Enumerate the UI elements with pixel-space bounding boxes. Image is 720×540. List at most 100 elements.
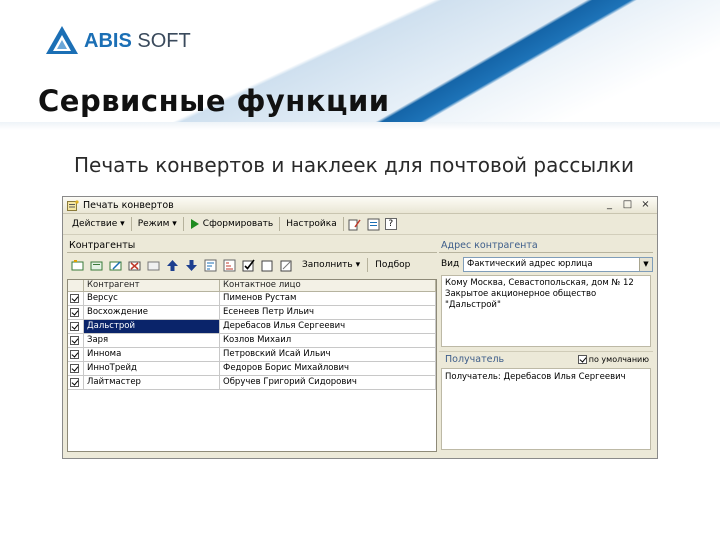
toolbar-separator — [342, 217, 344, 231]
address-kind-select[interactable]: Фактический адрес юрлица ▼ — [463, 256, 653, 272]
sort-descending-icon[interactable] — [223, 259, 236, 272]
checkbox-checked-icon[interactable] — [577, 355, 587, 364]
dropdown-arrow-icon[interactable]: ▼ — [639, 257, 652, 271]
checkbox-checked-icon[interactable] — [70, 336, 79, 345]
header-divider — [0, 122, 720, 130]
contact-cell[interactable]: Пименов Рустам — [220, 292, 436, 305]
check-all-icon[interactable] — [242, 259, 255, 272]
contractor-cell[interactable]: Иннома — [84, 348, 220, 361]
checkbox-checked-icon[interactable] — [70, 294, 79, 303]
generate-button-label: Сформировать — [202, 219, 274, 229]
contact-cell[interactable]: Деребасов Илья Сергеевич — [220, 320, 436, 333]
logo-text: ABIS SOFT — [84, 29, 191, 52]
table-header: Контрагент Контактное лицо — [68, 280, 436, 292]
maximize-button[interactable]: □ — [622, 199, 633, 211]
minimize-button[interactable]: _ — [604, 199, 615, 211]
page-subtitle: Печать конвертов и наклеек для почтовой … — [74, 153, 635, 177]
edit-form-icon[interactable] — [348, 218, 361, 231]
window-title: Печать конвертов — [83, 199, 174, 211]
generate-button[interactable]: Сформировать — [185, 216, 278, 233]
contractor-cell[interactable]: Дальстрой — [84, 320, 220, 333]
recipient-text[interactable]: Получатель: Деребасов Илья Сергеевич — [441, 368, 651, 450]
recipient-section-title: Получатель — [445, 354, 505, 365]
contractors-section-title: Контрагенты — [67, 239, 437, 253]
table-row[interactable]: Версус Пименов Рустам — [68, 292, 436, 306]
contact-cell[interactable]: Петровский Исай Ильич — [220, 348, 436, 361]
close-button[interactable]: × — [640, 199, 651, 211]
contractors-panel: Контрагенты Заполнить ▾ Подбор Контраген… — [67, 239, 437, 455]
form-icon — [67, 199, 79, 211]
contractors-table[interactable]: Контрагент Контактное лицо Версус Пименов… — [67, 279, 437, 452]
select-button[interactable]: Подбор — [372, 260, 413, 270]
checkbox-checked-icon[interactable] — [70, 350, 79, 359]
recipient-header: Получатель по умолчанию — [439, 351, 653, 367]
contractor-cell[interactable]: ИнноТрейд — [84, 362, 220, 375]
address-kind-value: Фактический адрес юрлица — [467, 259, 593, 269]
row-check-cell[interactable] — [68, 348, 84, 361]
column-header-contractor[interactable]: Контрагент — [84, 280, 220, 291]
toolbar-separator — [130, 217, 132, 231]
address-line: Кому Москва, Севастопольская, дом № 12 — [445, 278, 634, 288]
logo-triangle-icon — [46, 26, 78, 54]
contact-cell[interactable]: Есенеев Петр Ильич — [220, 306, 436, 319]
row-check-cell[interactable] — [68, 376, 84, 389]
table-row[interactable]: Иннома Петровский Исай Ильич — [68, 348, 436, 362]
main-toolbar: Действие ▾ Режим ▾ Сформировать Настройк… — [63, 214, 657, 235]
uncheck-all-icon[interactable] — [261, 259, 274, 272]
checkbox-checked-icon[interactable] — [70, 308, 79, 317]
help-button[interactable]: ? — [383, 216, 399, 233]
address-line: Закрытое акционерное общество "Дальстрой… — [445, 289, 597, 310]
address-kind-label: Вид — [441, 259, 460, 269]
column-header-contact[interactable]: Контактное лицо — [220, 280, 436, 291]
move-down-icon[interactable] — [185, 259, 198, 272]
table-row[interactable]: ИнноТрейд Федоров Борис Михайлович — [68, 362, 436, 376]
company-logo: ABIS SOFT — [44, 24, 191, 58]
envelope-print-window: Печать конвертов _ □ × Действие ▾ Режим … — [62, 196, 658, 459]
address-kind-row: Вид Фактический адрес юрлица ▼ — [439, 253, 653, 275]
contractor-cell[interactable]: Заря — [84, 334, 220, 347]
delete-row-icon[interactable] — [128, 259, 141, 272]
invert-checks-icon[interactable] — [280, 259, 293, 272]
print-layout-icon[interactable] — [367, 218, 380, 231]
default-recipient-checkbox[interactable]: по умолчанию — [577, 355, 649, 364]
address-panel: Адрес контрагента Вид Фактический адрес … — [439, 239, 653, 455]
row-check-cell[interactable] — [68, 320, 84, 333]
window-titlebar[interactable]: Печать конвертов _ □ × — [63, 197, 657, 214]
row-check-cell[interactable] — [68, 362, 84, 375]
move-up-icon[interactable] — [166, 259, 179, 272]
contact-cell[interactable]: Козлов Михаил — [220, 334, 436, 347]
checkbox-checked-icon[interactable] — [70, 322, 79, 331]
table-row[interactable]: Лайтмастер Обручев Григорий Сидорович — [68, 376, 436, 390]
toolbar-separator — [182, 217, 184, 231]
row-check-cell[interactable] — [68, 334, 84, 347]
page-title: Сервисные функции — [38, 84, 390, 118]
table-row[interactable]: Дальстрой Деребасов Илья Сергеевич — [68, 320, 436, 334]
toolbar-separator — [279, 217, 281, 231]
contractor-cell[interactable]: Лайтмастер — [84, 376, 220, 389]
table-row[interactable]: Заря Козлов Михаил — [68, 334, 436, 348]
contact-cell[interactable]: Федоров Борис Михайлович — [220, 362, 436, 375]
checkbox-checked-icon[interactable] — [70, 364, 79, 373]
address-text[interactable]: Кому Москва, Севастопольская, дом № 12 З… — [441, 275, 651, 347]
address-section-title: Адрес контрагента — [439, 239, 653, 253]
copy-row-icon[interactable] — [90, 259, 103, 272]
help-icon: ? — [384, 218, 397, 230]
add-row-icon[interactable] — [71, 259, 84, 272]
contractor-cell[interactable]: Восхождение — [84, 306, 220, 319]
edit-row-icon[interactable] — [109, 259, 122, 272]
toolbar-separator — [367, 258, 369, 272]
end-edit-icon[interactable] — [147, 259, 160, 272]
table-row[interactable]: Восхождение Есенеев Петр Ильич — [68, 306, 436, 320]
mode-menu-button[interactable]: Режим ▾ — [133, 216, 182, 233]
contractors-toolbar: Заполнить ▾ Подбор — [67, 253, 437, 277]
row-check-cell[interactable] — [68, 306, 84, 319]
fill-menu-button[interactable]: Заполнить ▾ — [299, 260, 363, 270]
row-check-cell[interactable] — [68, 292, 84, 305]
sort-ascending-icon[interactable] — [204, 259, 217, 272]
contractor-cell[interactable]: Версус — [84, 292, 220, 305]
contact-cell[interactable]: Обручев Григорий Сидорович — [220, 376, 436, 389]
action-menu-button[interactable]: Действие ▾ — [67, 216, 130, 233]
checkbox-checked-icon[interactable] — [70, 378, 79, 387]
default-recipient-label: по умолчанию — [588, 355, 649, 364]
settings-button[interactable]: Настройка — [281, 216, 342, 233]
